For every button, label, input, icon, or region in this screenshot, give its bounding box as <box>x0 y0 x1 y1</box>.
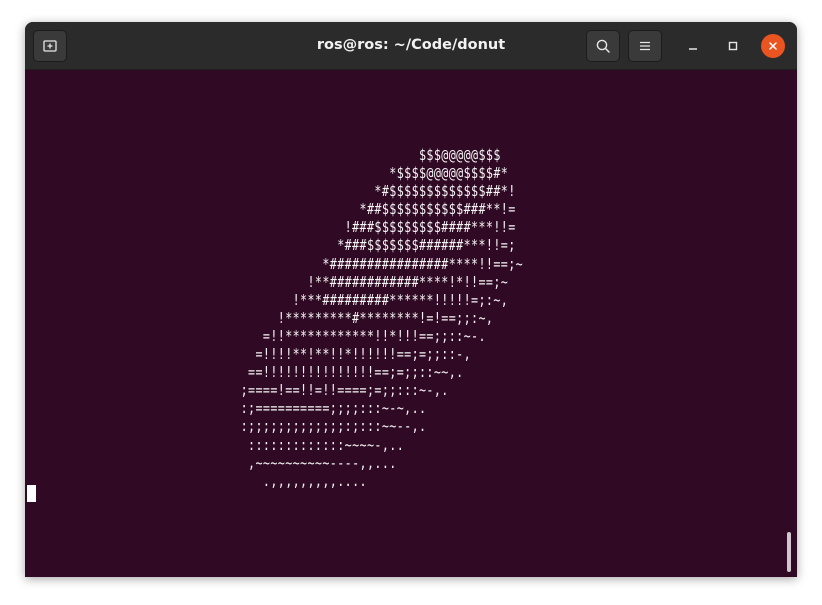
terminal-line: :;;;;;;;;;;;;;:;:::~~--,. <box>25 417 427 436</box>
new-tab-icon <box>43 40 57 52</box>
terminal-line: !***#########******!!!!!=;:~, <box>25 290 509 309</box>
terminal-output-area[interactable]: $$$@@@@@$$$ *$$$$@@@@@$$$$#* *#$$$$$$$$$… <box>25 70 797 577</box>
terminal-line: !###$$$$$$$$$####***!!= <box>25 218 516 237</box>
close-button[interactable] <box>761 34 785 58</box>
terminal-cursor <box>27 485 36 502</box>
terminal-line: !**############****!*!!==;~ <box>25 272 509 291</box>
terminal-line: =!!!!**!**!!*!!!!!!==;=;;::-, <box>25 345 472 364</box>
menu-button[interactable] <box>628 30 662 62</box>
terminal-line: !*********#********!=!==;;:~, <box>25 308 494 327</box>
hamburger-menu-icon <box>640 41 650 51</box>
terminal-line: :::::::::::::~~~~-,.. <box>25 435 405 454</box>
header-bar: ros@ros: ~/Code/donut <box>25 22 797 70</box>
maximize-icon <box>728 41 738 51</box>
terminal-line: ==!!!!!!!!!!!!!!!==;=;;::~~,. <box>25 363 464 382</box>
maximize-button[interactable] <box>721 34 745 58</box>
search-icon <box>596 39 610 53</box>
terminal-window: ros@ros: ~/Code/donut $$$@@@@@$$$ *$$$$@… <box>25 22 797 577</box>
search-button[interactable] <box>586 30 620 62</box>
minimize-button[interactable] <box>681 34 705 58</box>
terminal-line: $$$@@@@@$$$ <box>25 146 501 164</box>
close-icon <box>769 42 777 50</box>
terminal-line: *##$$$$$$$$$$$###**!= <box>25 200 516 219</box>
minimize-icon <box>689 48 697 50</box>
terminal-line: ,~~~~~~~~~~----,,... <box>25 453 397 472</box>
terminal-line: =!!************!!*!!!==;;::~-. <box>25 326 486 345</box>
terminal-line: :;==========;;;;:::~-~,.. <box>25 399 427 418</box>
new-tab-button[interactable] <box>33 30 67 62</box>
terminal-line: *################****!!==;~ <box>25 254 524 273</box>
terminal-line: *#$$$$$$$$$$$$$##*! <box>25 182 516 201</box>
terminal-line: *###$$$$$$$######***!!=; <box>25 236 516 255</box>
terminal-line: .,,,,,,,,,.... <box>25 471 367 490</box>
terminal-scrollbar[interactable] <box>787 532 791 572</box>
terminal-line: *$$$$@@@@@$$$$#* <box>25 164 509 183</box>
ascii-donut-output: $$$@@@@@$$$ *$$$$@@@@@$$$$#* *#$$$$$$$$$… <box>25 146 523 490</box>
terminal-line: ;====!==!!=!!====;=;;:::~-,. <box>25 381 449 400</box>
